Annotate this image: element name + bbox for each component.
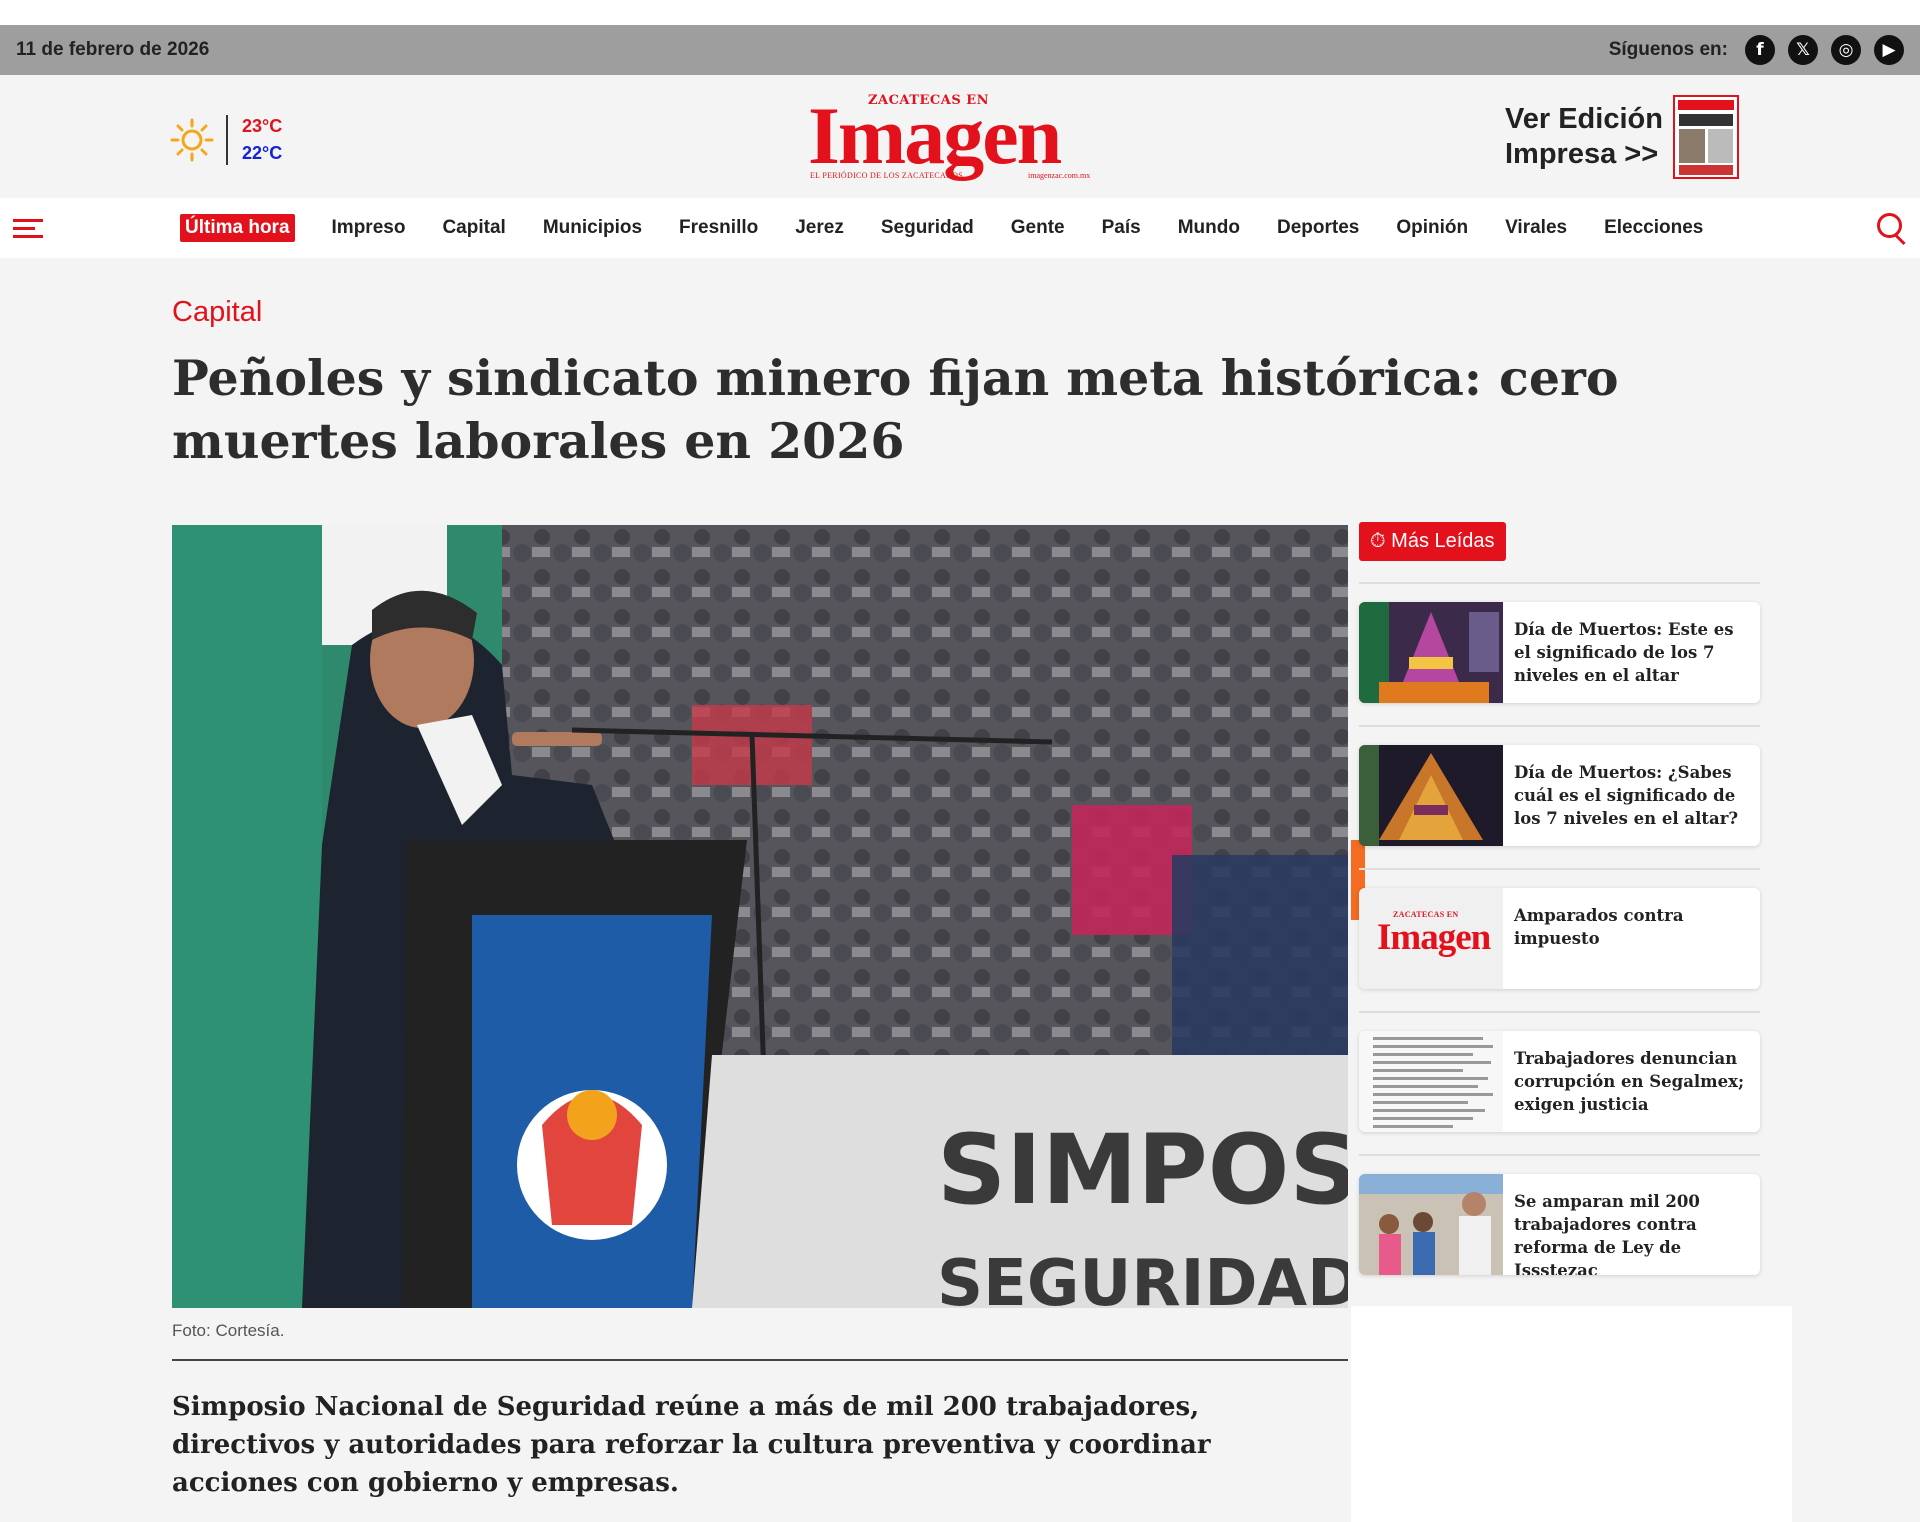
most-read-title[interactable]: Amparados contra impuesto <box>1514 904 1754 950</box>
follow-label: Síguenos en: <box>1608 39 1728 60</box>
nav-item-pais[interactable]: País <box>1102 217 1141 239</box>
top-bar: 11 de febrero de 2026 Síguenos en: f 𝕏 ◎… <box>0 25 1920 75</box>
nav-item-jerez[interactable]: Jerez <box>795 217 844 239</box>
current-date: 11 de febrero de 2026 <box>16 39 210 60</box>
most-read-item[interactable]: Trabajadores denuncian corrupción en Seg… <box>1359 1011 1760 1154</box>
youtube-icon[interactable]: ▶ <box>1874 35 1904 65</box>
most-read-title[interactable]: Se amparan mil 200 trabajadores contra r… <box>1514 1190 1754 1275</box>
most-read-list: Día de Muertos: Este es el significado d… <box>1359 582 1760 1297</box>
most-read-title[interactable]: Trabajadores denuncian corrupción en Seg… <box>1514 1047 1754 1116</box>
nav-item-mundo[interactable]: Mundo <box>1178 217 1240 239</box>
facebook-icon[interactable]: f <box>1745 35 1775 65</box>
ad-placeholder <box>1351 1306 1792 1522</box>
most-read-thumbnail <box>1359 602 1503 703</box>
x-icon[interactable]: 𝕏 <box>1788 35 1818 65</box>
logo-wordmark: Imagen <box>808 90 1062 181</box>
most-read-thumbnail <box>1359 745 1503 846</box>
print-edition-line1: Ver Edición <box>1505 103 1663 135</box>
nav-item-virales[interactable]: Virales <box>1505 217 1567 239</box>
most-read-item[interactable]: Día de Muertos: ¿Sabes cuál es el signif… <box>1359 725 1760 868</box>
weather-widget: 23°C 22°C <box>170 113 282 167</box>
logo-tagline: EL PERIÓDICO DE LOS ZACATECANOS <box>810 171 964 180</box>
site-header: 23°C 22°C ZACATECAS EN Imagen EL PERIÓDI… <box>0 75 1920 198</box>
main-nav: Última hora Impreso Capital Municipios F… <box>0 198 1920 258</box>
nav-item-impreso[interactable]: Impreso <box>332 217 406 239</box>
most-read-tag: ⏱ Más Leídas <box>1359 522 1506 561</box>
most-read-card[interactable]: Se amparan mil 200 trabajadores contra r… <box>1359 1174 1760 1275</box>
weather-divider <box>226 115 228 165</box>
nav-breaking-news[interactable]: Última hora <box>180 214 295 242</box>
nav-item-opinion[interactable]: Opinión <box>1396 217 1468 239</box>
browser-top-strip <box>0 0 1920 25</box>
most-read-title[interactable]: Día de Muertos: ¿Sabes cuál es el signif… <box>1514 761 1754 830</box>
sun-icon <box>170 118 214 162</box>
most-read-card[interactable]: Día de Muertos: Este es el significado d… <box>1359 602 1760 703</box>
menu-icon[interactable] <box>13 219 43 239</box>
temperatures: 23°C 22°C <box>242 113 282 167</box>
nav-item-seguridad[interactable]: Seguridad <box>881 217 974 239</box>
article-photo: SIMPOS SEGURIDAD <box>172 525 1348 1308</box>
instagram-icon[interactable]: ◎ <box>1831 35 1861 65</box>
imagen-placeholder-logo: ZACATECAS EN Imagen <box>1377 910 1491 958</box>
print-edition-line2: Impresa >> <box>1505 138 1659 170</box>
nav-item-municipios[interactable]: Municipios <box>543 217 642 239</box>
nav-item-elecciones[interactable]: Elecciones <box>1604 217 1703 239</box>
nav-item-deportes[interactable]: Deportes <box>1277 217 1359 239</box>
most-read-card[interactable]: ZACATECAS EN Imagen Amparados contra impu… <box>1359 888 1760 989</box>
logo-site: imagenzac.com.mx <box>1028 171 1091 180</box>
nav-item-fresnillo[interactable]: Fresnillo <box>679 217 758 239</box>
caption-divider <box>172 1359 1348 1361</box>
nav-item-gente[interactable]: Gente <box>1011 217 1065 239</box>
most-read-card[interactable]: Día de Muertos: ¿Sabes cuál es el signif… <box>1359 745 1760 846</box>
most-read-item[interactable]: Día de Muertos: Este es el significado d… <box>1359 582 1760 725</box>
article-section[interactable]: Capital <box>172 296 262 329</box>
most-read-thumbnail <box>1359 1031 1503 1132</box>
print-edition-thumbnail[interactable] <box>1672 95 1739 179</box>
search-icon[interactable] <box>1877 213 1907 246</box>
photo-banner-text-2: SEGURIDAD <box>937 1247 1348 1308</box>
most-read-item[interactable]: ZACATECAS EN Imagen Amparados contra impu… <box>1359 868 1760 1011</box>
site-logo[interactable]: ZACATECAS EN Imagen EL PERIÓDICO DE LOS … <box>808 93 1110 183</box>
print-edition-link[interactable]: Ver Edición Impresa >> <box>1505 95 1739 179</box>
most-read-thumbnail <box>1359 1174 1503 1275</box>
temperature-low: 22°C <box>242 143 283 163</box>
photo-caption: Foto: Cortesía. <box>172 1321 285 1340</box>
article-summary: Simposio Nacional de Seguridad reúne a m… <box>172 1392 1211 1498</box>
nav-item-capital[interactable]: Capital <box>442 217 505 239</box>
social-links: Síguenos en: f 𝕏 ◎ ▶ <box>1609 35 1904 65</box>
photo-banner-text-1: SIMPOS <box>937 1114 1348 1226</box>
most-read-item[interactable]: Se amparan mil 200 trabajadores contra r… <box>1359 1154 1760 1297</box>
most-read-card[interactable]: Trabajadores denuncian corrupción en Seg… <box>1359 1031 1760 1132</box>
most-read-title[interactable]: Día de Muertos: Este es el significado d… <box>1514 618 1754 687</box>
nav-links: Última hora Impreso Capital Municipios F… <box>180 198 1740 258</box>
temperature-high: 23°C <box>242 116 283 136</box>
article-headline: Peñoles y sindicato minero fijan meta hi… <box>172 349 1619 470</box>
print-edition-text: Ver Edición Impresa >> <box>1505 102 1663 172</box>
most-read-thumbnail: ZACATECAS EN Imagen <box>1359 888 1503 989</box>
